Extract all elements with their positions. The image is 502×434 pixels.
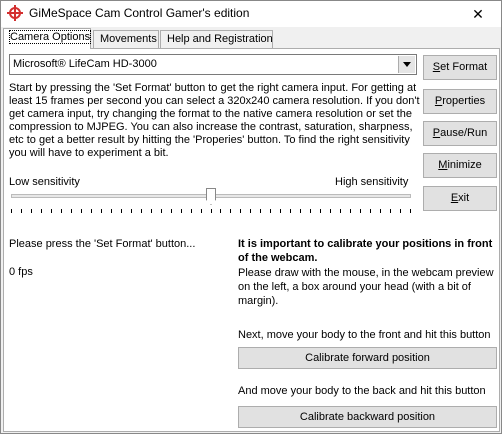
slider-tick <box>240 209 242 213</box>
close-icon[interactable]: ✕ <box>455 1 501 27</box>
chevron-down-icon[interactable] <box>398 56 415 73</box>
pause-run-button[interactable]: Pause/Run <box>423 121 497 146</box>
slider-tick <box>90 209 92 213</box>
tab-help-and-registration[interactable]: Help and Registration <box>160 30 273 49</box>
camera-select-value: Microsoft® LifeCam HD-3000 <box>13 58 157 70</box>
app-logo-icon <box>7 5 23 21</box>
slider-tick <box>300 209 302 213</box>
front-instruction: Next, move your body to the front and hi… <box>238 329 491 341</box>
back-instruction: And move your body to the back and hit t… <box>238 385 486 397</box>
tab-movements[interactable]: Movements <box>93 30 159 49</box>
slider-tick <box>200 209 202 213</box>
slider-tick <box>11 209 12 213</box>
slider-tick <box>270 209 272 213</box>
slider-tick <box>320 209 322 213</box>
slider-tick <box>20 209 22 213</box>
camera-options-panel: Microsoft® LifeCam HD-3000 Start by pres… <box>3 48 500 432</box>
slider-tick <box>220 209 222 213</box>
sensitivity-slider[interactable] <box>9 188 414 216</box>
status-message: Please press the 'Set Format' button... <box>9 238 196 250</box>
slider-tick <box>330 209 332 213</box>
slider-tick <box>150 209 152 213</box>
slider-tick <box>210 209 212 213</box>
slider-tick <box>340 209 342 213</box>
title-bar[interactable]: GiMeSpace Cam Control Gamer's edition ✕ <box>1 1 501 27</box>
slider-tick <box>370 209 372 213</box>
slider-tick <box>170 209 172 213</box>
slider-tick <box>140 209 142 213</box>
high-sensitivity-label: High sensitivity <box>335 176 409 188</box>
window-title: GiMeSpace Cam Control Gamer's edition <box>29 6 250 20</box>
slider-tick <box>410 209 411 213</box>
properties-button[interactable]: Properties <box>423 89 497 114</box>
slider-tick <box>230 209 232 213</box>
tab-camera-options[interactable]: Camera Options <box>3 28 92 49</box>
slider-thumb[interactable] <box>206 188 216 205</box>
calibration-instruction: Please draw with the mouse, in the webca… <box>238 267 494 307</box>
slider-tick <box>70 209 72 213</box>
slider-tick <box>310 209 312 213</box>
app-window: GiMeSpace Cam Control Gamer's edition ✕ … <box>0 0 502 434</box>
slider-tick <box>30 209 32 213</box>
slider-tick <box>180 209 182 213</box>
slider-tick <box>100 209 102 213</box>
calibrate-backward-button[interactable]: Calibrate backward position <box>238 406 497 428</box>
slider-tick <box>80 209 82 213</box>
exit-button[interactable]: Exit <box>423 186 497 211</box>
fps-readout: 0 fps <box>9 266 33 278</box>
slider-tick <box>120 209 122 213</box>
slider-tick <box>60 209 62 213</box>
minimize-button[interactable]: Minimize <box>423 153 497 178</box>
slider-tick <box>400 209 402 213</box>
slider-tick <box>380 209 382 213</box>
slider-tick <box>280 209 282 213</box>
set-format-button[interactable]: Set Format <box>423 55 497 80</box>
slider-tick <box>250 209 252 213</box>
calibrate-forward-button[interactable]: Calibrate forward position <box>238 347 497 369</box>
slider-tick <box>360 209 362 213</box>
slider-tick <box>190 209 192 213</box>
slider-tick <box>40 209 42 213</box>
slider-tick <box>50 209 52 213</box>
slider-tick <box>290 209 292 213</box>
intro-text: Start by pressing the 'Set Format' butto… <box>9 82 420 159</box>
calibration-heading: It is important to calibrate your positi… <box>238 238 493 264</box>
low-sensitivity-label: Low sensitivity <box>9 176 80 188</box>
camera-select[interactable]: Microsoft® LifeCam HD-3000 <box>9 54 417 75</box>
slider-tick <box>160 209 162 213</box>
slider-tick <box>390 209 392 213</box>
slider-tick <box>350 209 352 213</box>
slider-tick <box>130 209 132 213</box>
slider-tick <box>260 209 262 213</box>
slider-tick <box>110 209 112 213</box>
